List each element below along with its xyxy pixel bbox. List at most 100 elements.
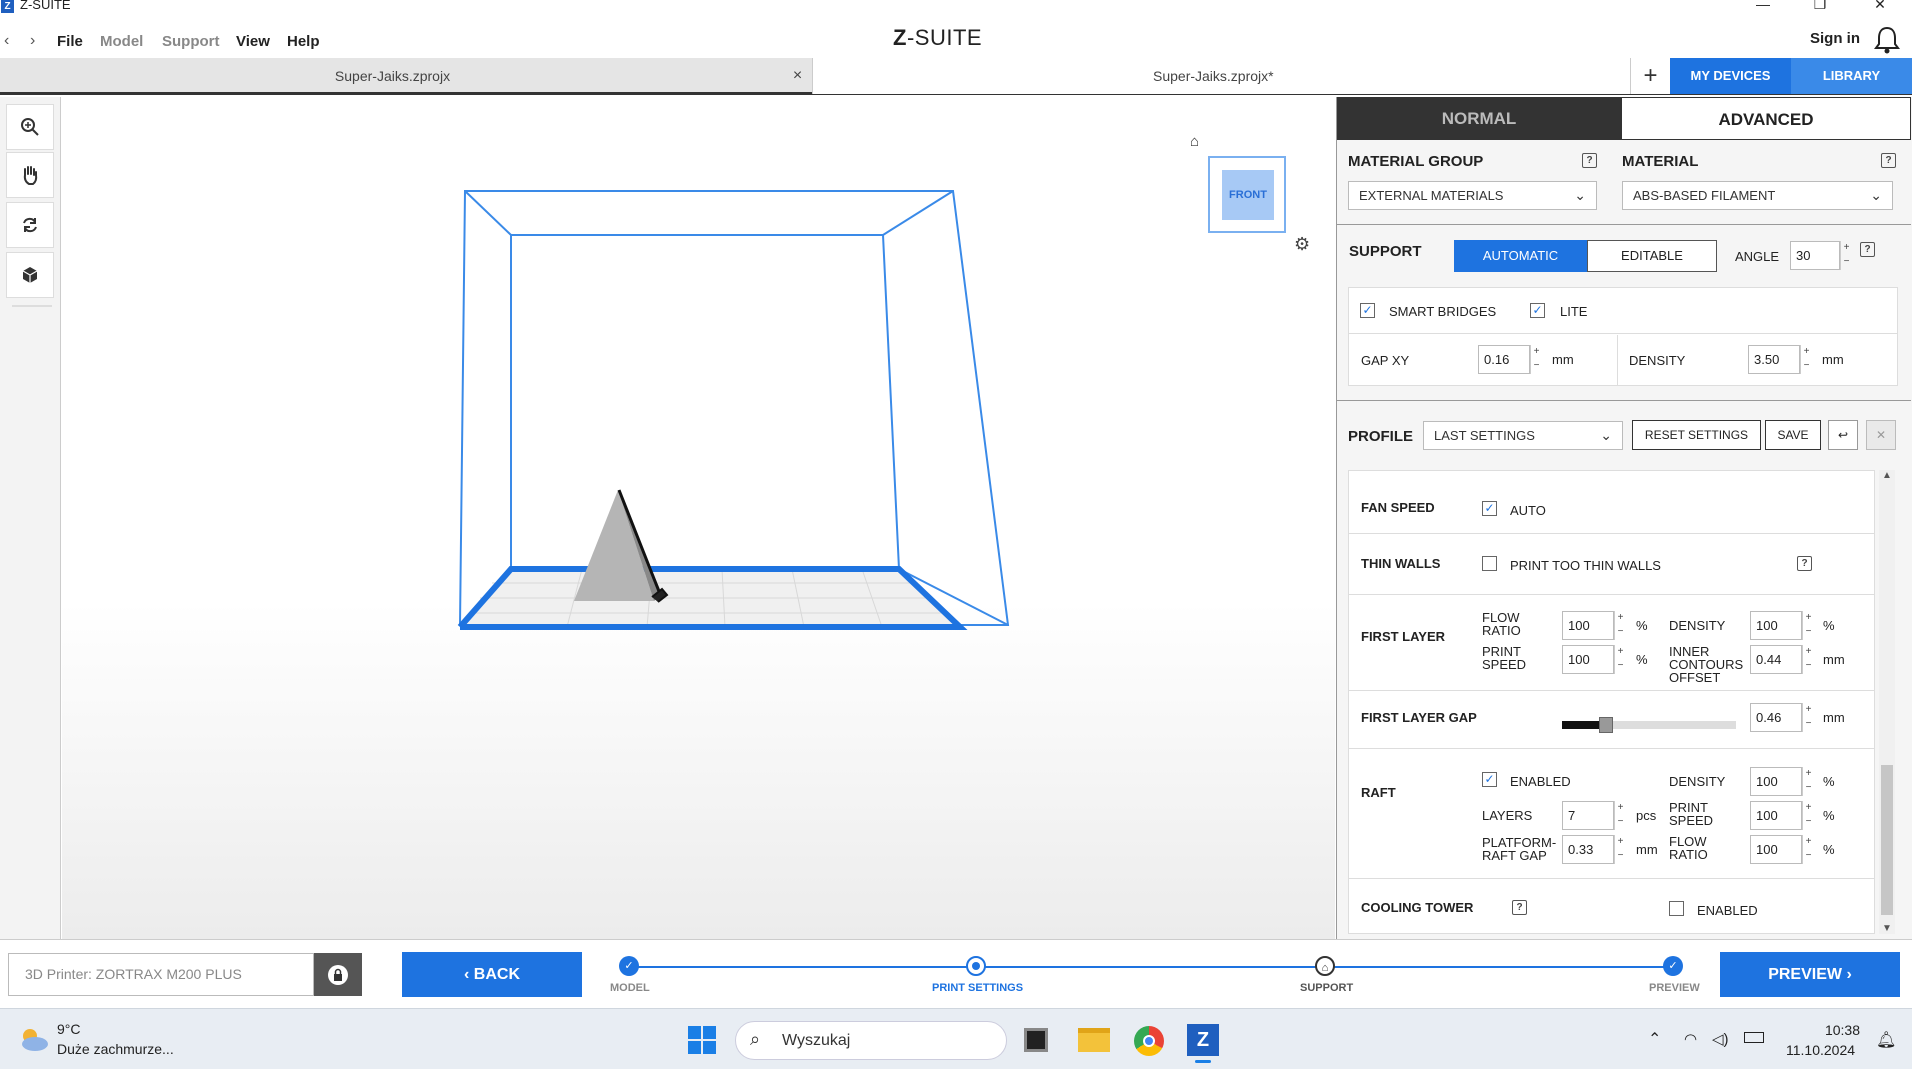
inner-contours-input[interactable]: 0.44 bbox=[1750, 645, 1802, 674]
tab-close-icon[interactable]: × bbox=[785, 58, 810, 94]
first-layer-flow-stepper[interactable]: + − bbox=[1614, 611, 1626, 640]
menu-view[interactable]: View bbox=[236, 33, 270, 50]
preview-button[interactable]: PREVIEW › bbox=[1720, 952, 1900, 997]
menu-model[interactable]: Model bbox=[100, 33, 143, 50]
step-preview-label[interactable]: PREVIEW bbox=[1649, 982, 1700, 994]
raft-layers-input[interactable]: 7 bbox=[1562, 801, 1614, 830]
zsuite-taskbar-icon[interactable]: Z bbox=[1187, 1024, 1219, 1056]
menu-file[interactable]: File bbox=[57, 33, 83, 50]
bell-icon[interactable] bbox=[1874, 26, 1900, 59]
raft-density-stepper[interactable]: + − bbox=[1802, 767, 1814, 796]
raft-enabled-checkbox[interactable]: ✓ bbox=[1482, 772, 1497, 787]
step-model-label[interactable]: MODEL bbox=[610, 982, 650, 994]
tab-normal[interactable]: NORMAL bbox=[1337, 97, 1621, 140]
lite-checkbox[interactable]: ✓ bbox=[1530, 303, 1545, 318]
first-layer-gap-stepper[interactable]: + − bbox=[1802, 703, 1814, 732]
raft-layers-stepper[interactable]: + − bbox=[1614, 801, 1626, 830]
notification-bell-icon[interactable]: 🔔︎ bbox=[1876, 1030, 1896, 1050]
inner-contours-stepper[interactable]: + − bbox=[1802, 645, 1814, 674]
volume-icon[interactable]: ◁) bbox=[1712, 1030, 1729, 1048]
close-icon[interactable]: ✕ bbox=[1870, 0, 1890, 13]
view-cube-front[interactable]: FRONT bbox=[1222, 170, 1274, 220]
raft-flow-stepper[interactable]: + − bbox=[1802, 835, 1814, 864]
gap-xy-stepper[interactable]: + − bbox=[1530, 345, 1542, 374]
smart-bridges-checkbox[interactable]: ✓ bbox=[1360, 303, 1375, 318]
material-select[interactable]: ABS-BASED FILAMENT ⌄ bbox=[1622, 181, 1893, 210]
step-support-label[interactable]: SUPPORT bbox=[1300, 982, 1353, 994]
forward-nav-icon[interactable]: › bbox=[30, 32, 35, 50]
automatic-button[interactable]: AUTOMATIC bbox=[1454, 240, 1587, 272]
home-view-icon[interactable]: ⌂ bbox=[1190, 133, 1199, 150]
3d-viewport[interactable] bbox=[62, 97, 1335, 939]
raft-speed-stepper[interactable]: + − bbox=[1802, 801, 1814, 830]
minimize-icon[interactable]: — bbox=[1753, 0, 1773, 12]
reset-settings-button[interactable]: RESET SETTINGS bbox=[1632, 420, 1761, 450]
windows-start-icon[interactable] bbox=[687, 1025, 717, 1060]
first-layer-flow-input[interactable]: 100 bbox=[1562, 611, 1614, 640]
fan-auto-checkbox[interactable]: ✓ bbox=[1482, 501, 1497, 516]
gear-icon[interactable]: ⚙ bbox=[1294, 234, 1310, 255]
save-profile-button[interactable]: SAVE bbox=[1765, 420, 1821, 450]
my-devices-button[interactable]: MY DEVICES bbox=[1670, 58, 1791, 94]
first-layer-density-stepper[interactable]: + − bbox=[1802, 611, 1814, 640]
undo-icon[interactable]: ↩ bbox=[1828, 420, 1858, 450]
first-layer-speed-stepper[interactable]: + − bbox=[1614, 645, 1626, 674]
printer-field[interactable]: 3D Printer: ZORTRAX M200 PLUS bbox=[8, 953, 314, 996]
rotate-icon[interactable] bbox=[6, 202, 54, 248]
zoom-icon[interactable] bbox=[6, 104, 54, 150]
back-nav-icon[interactable]: ‹ bbox=[4, 32, 9, 50]
help-icon[interactable]: ? bbox=[1881, 153, 1896, 168]
help-icon[interactable]: ? bbox=[1512, 900, 1527, 915]
platform-raft-gap-stepper[interactable]: + − bbox=[1614, 835, 1626, 864]
support-density-input[interactable]: 3.50 bbox=[1748, 345, 1800, 374]
settings-list[interactable] bbox=[1348, 470, 1875, 934]
thin-walls-checkbox[interactable]: ✓ bbox=[1482, 556, 1497, 571]
battery-icon[interactable] bbox=[1744, 1032, 1764, 1043]
gap-xy-input[interactable]: 0.16 bbox=[1478, 345, 1530, 374]
step-print-settings-dot[interactable] bbox=[966, 956, 986, 976]
step-model-dot[interactable]: ✓ bbox=[619, 956, 639, 976]
menu-help[interactable]: Help bbox=[287, 33, 320, 50]
taskbar-search[interactable]: ⌕ Wyszukaj bbox=[735, 1021, 1007, 1060]
tab-advanced[interactable]: ADVANCED bbox=[1621, 97, 1911, 140]
support-density-stepper[interactable]: + − bbox=[1800, 345, 1812, 374]
slider-thumb[interactable] bbox=[1598, 717, 1613, 733]
step-support-dot[interactable]: ⌂ bbox=[1315, 956, 1335, 976]
platform-raft-gap-input[interactable]: 0.33 bbox=[1562, 835, 1614, 864]
sign-in-link[interactable]: Sign in bbox=[1810, 30, 1860, 47]
scrollbar[interactable]: ▲ ▼ bbox=[1879, 470, 1895, 934]
first-layer-gap-input[interactable]: 0.46 bbox=[1750, 703, 1802, 732]
first-layer-density-input[interactable]: 100 bbox=[1750, 611, 1802, 640]
chrome-icon[interactable] bbox=[1134, 1026, 1164, 1056]
profile-select[interactable]: LAST SETTINGS ⌄ bbox=[1423, 421, 1623, 450]
raft-density-input[interactable]: 100 bbox=[1750, 767, 1802, 796]
tab-project-1[interactable]: Super-Jaiks.zprojx bbox=[0, 58, 785, 94]
cube-icon[interactable] bbox=[6, 252, 54, 298]
scrollbar-thumb[interactable] bbox=[1881, 765, 1893, 915]
lock-button[interactable] bbox=[314, 953, 362, 996]
raft-flow-input[interactable]: 100 bbox=[1750, 835, 1802, 864]
first-layer-gap-slider[interactable] bbox=[1562, 717, 1736, 733]
angle-stepper[interactable]: + − bbox=[1840, 241, 1852, 270]
restore-icon[interactable]: ❐ bbox=[1810, 0, 1830, 13]
step-print-settings-label[interactable]: PRINT SETTINGS bbox=[932, 982, 1023, 994]
library-button[interactable]: LIBRARY bbox=[1791, 58, 1912, 94]
cooling-tower-checkbox[interactable]: ✓ bbox=[1669, 901, 1684, 916]
view-cube[interactable]: FRONT bbox=[1208, 156, 1286, 233]
menu-support[interactable]: Support bbox=[162, 33, 220, 50]
clock-date[interactable]: 11.10.2024 bbox=[1786, 1042, 1855, 1058]
file-explorer-icon[interactable] bbox=[1078, 1028, 1110, 1052]
pan-icon[interactable] bbox=[6, 152, 54, 198]
weather-icon[interactable] bbox=[16, 1025, 50, 1058]
help-icon[interactable]: ? bbox=[1797, 556, 1812, 571]
back-button[interactable]: ‹ BACK bbox=[402, 952, 582, 997]
wifi-icon[interactable]: ◠ bbox=[1684, 1030, 1697, 1048]
clock-time[interactable]: 10:38 bbox=[1823, 1022, 1860, 1038]
step-preview-dot[interactable]: ✓ bbox=[1663, 956, 1683, 976]
add-tab-button[interactable]: + bbox=[1630, 58, 1670, 94]
help-icon[interactable]: ? bbox=[1582, 153, 1597, 168]
delete-icon[interactable]: ✕ bbox=[1866, 420, 1896, 450]
angle-input[interactable]: 30 bbox=[1790, 241, 1840, 270]
help-icon[interactable]: ? bbox=[1860, 242, 1875, 257]
material-group-select[interactable]: EXTERNAL MATERIALS ⌄ bbox=[1348, 181, 1597, 210]
